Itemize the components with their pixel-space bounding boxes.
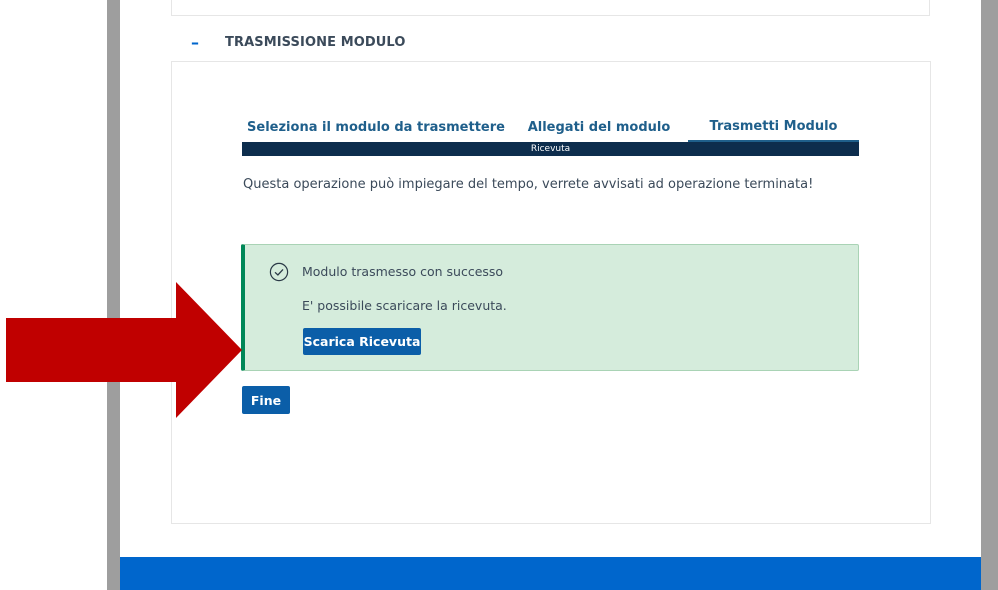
- progress-bar: Ricevuta: [242, 142, 859, 156]
- wizard-tabs: Seleziona il modulo da trasmettere Alleg…: [242, 112, 859, 142]
- tab-select-module[interactable]: Seleziona il modulo da trasmettere: [242, 112, 510, 142]
- footer-bar: [120, 557, 981, 590]
- page-side-border-right: [981, 0, 998, 590]
- download-receipt-button[interactable]: Scarica Ricevuta: [303, 328, 421, 355]
- success-alert: Modulo trasmesso con successo E' possibi…: [241, 244, 859, 371]
- finish-button[interactable]: Fine: [242, 386, 290, 414]
- check-circle-icon: [269, 262, 289, 282]
- progress-label: Ricevuta: [530, 144, 571, 154]
- tab-module-attachments[interactable]: Allegati del modulo: [510, 112, 688, 142]
- previous-card-edge: [171, 0, 930, 16]
- tab-transmit-module[interactable]: Trasmetti Modulo: [688, 112, 859, 142]
- section-header[interactable]: – TRASMISSIONE MODULO: [171, 28, 406, 56]
- alert-title: Modulo trasmesso con successo: [302, 264, 504, 279]
- red-arrow-icon: [6, 282, 242, 418]
- section-title: TRASMISSIONE MODULO: [225, 34, 406, 50]
- minus-icon[interactable]: –: [189, 33, 201, 52]
- notice-text: Questa operazione può impiegare del temp…: [243, 177, 814, 192]
- alert-message: E' possibile scaricare la ricevuta.: [302, 298, 507, 313]
